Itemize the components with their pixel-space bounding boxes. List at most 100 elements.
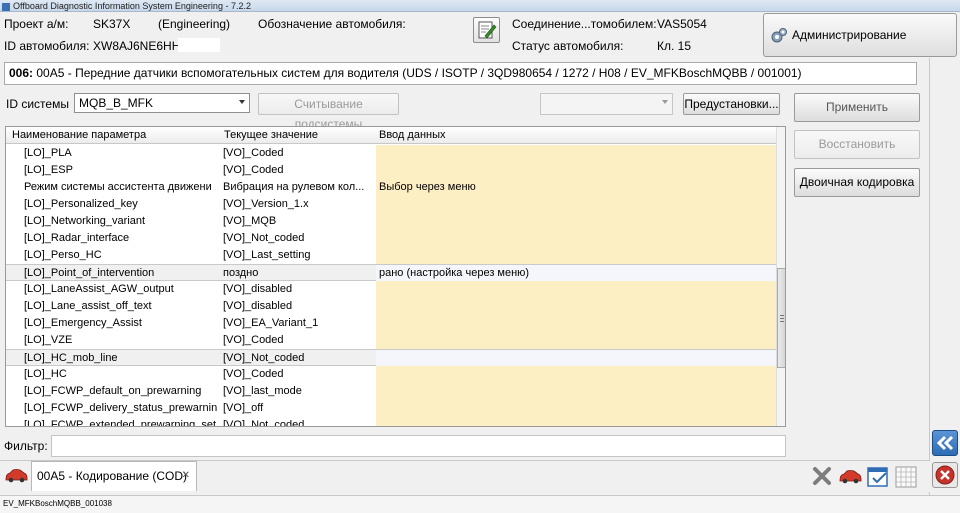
restore-button[interactable]: Восстановить [794,130,920,159]
read-subsystem-button[interactable]: Считывание подсистемы [258,93,399,131]
param-input[interactable] [376,383,776,400]
edit-note-icon [478,21,497,39]
exit-button[interactable] [932,462,958,488]
connection-label: Соединение...томобилем: [512,17,657,31]
param-name: [LO]_FCWP_extended_prewarning_set [24,419,216,427]
table-row[interactable]: [LO]_Perso_HC [VO]_Last_setting [6,247,776,264]
param-input[interactable] [376,332,776,349]
scrollbar-thumb[interactable] [777,268,785,368]
table-row[interactable]: [LO]_Networking_variant [VO]_MQB [6,213,776,230]
table-row[interactable]: [LO]_Emergency_Assist [VO]_EA_Variant_1 [6,315,776,332]
project-value: SK37X [93,17,131,31]
param-name: [LO]_Lane_assist_off_text [24,300,152,312]
param-input[interactable] [376,213,776,230]
edit-note-button[interactable] [473,17,500,43]
chevron-down-icon [662,100,668,104]
tab-close-icon[interactable]: ✕ [182,462,190,490]
param-input[interactable] [376,145,776,162]
param-value: поздно [223,267,259,279]
param-value: [VO]_Coded [223,368,284,380]
chevron-down-icon [239,100,245,104]
filter-input[interactable] [51,435,786,457]
param-input[interactable]: Выбор через меню [376,179,776,196]
param-value: [VO]_Coded [223,164,284,176]
collapse-left-button[interactable] [932,430,958,456]
checklist-icon[interactable] [866,465,890,489]
binary-coding-button[interactable]: Двоичная кодировка [794,168,920,197]
param-input[interactable] [376,247,776,264]
table-scrollbar[interactable] [776,127,785,426]
vehicle-status-value: Кл. 15 [657,39,692,53]
table-row[interactable]: Режим системы ассистента движени Вибраци… [6,179,776,196]
table-row[interactable]: [LO]_ESP [VO]_Coded [6,162,776,179]
param-input[interactable] [376,400,776,417]
table-row[interactable]: [LO]_Radar_interface [VO]_Not_coded [6,230,776,247]
presets-button[interactable]: Предустановки... [683,93,780,115]
column-header-current[interactable]: Текущее значение [224,129,318,141]
vehicle-car-icon[interactable] [838,466,862,486]
param-value: [VO]_EA_Variant_1 [223,317,319,329]
param-input[interactable] [376,162,776,179]
param-name: [LO]_ESP [24,164,73,176]
param-value: Вибрация на рулевом кол... [223,181,365,193]
car-icon[interactable] [4,465,28,485]
column-header-input[interactable]: Ввод данных [379,129,446,141]
param-input[interactable] [376,366,776,383]
param-name: [LO]_Personalized_key [24,198,138,210]
table-row-selected[interactable]: [LO]_HC_mob_line [VO]_Not_coded [6,349,776,367]
param-name: [LO]_Networking_variant [24,215,146,227]
close-icon [935,465,955,485]
coding-table: Наименование параметра Текущее значение … [5,126,786,427]
table-header: Наименование параметра Текущее значение … [6,127,776,144]
vehicle-id-value: XW8AJ6NE6HH [93,39,181,53]
param-input[interactable] [376,350,776,367]
system-text: 00A5 - Передние датчики вспомогательных … [36,66,802,80]
param-name: [LO]_LaneAssist_AGW_output [24,283,174,295]
table-row[interactable]: [LO]_HC [VO]_Coded [6,366,776,383]
administration-button[interactable]: Администрирование [763,13,957,57]
redacted-area [178,38,220,52]
tools-icon[interactable] [811,465,833,487]
table-row[interactable]: [LO]_FCWP_delivery_status_prewarnin [VO]… [6,400,776,417]
param-input[interactable] [376,315,776,332]
param-input[interactable] [376,417,776,426]
table-row[interactable]: [LO]_LaneAssist_AGW_output [VO]_disabled [6,281,776,298]
designation-label: Обозначение автомобиля: [258,17,406,31]
param-value: [VO]_Coded [223,334,284,346]
param-name: [LO]_HC_mob_line [24,352,118,364]
status-text: EV_MFKBoschMQBB_001038 [3,499,112,508]
grid-table-icon[interactable] [894,465,918,489]
tab-label: 00A5 - Кодирование (COD) [37,469,188,483]
param-name: [LO]_VZE [24,334,73,346]
system-id-select[interactable]: MQB_B_MFK [74,93,250,113]
table-row[interactable]: [LO]_Lane_assist_off_text [VO]_disabled [6,298,776,315]
param-name: [LO]_FCWP_default_on_prewarning [24,385,202,397]
app-icon [2,2,10,11]
table-row[interactable]: [LO]_PLA [VO]_Coded [6,145,776,162]
table-row[interactable]: [LO]_VZE [VO]_Coded [6,332,776,349]
filter-label: Фильтр: [4,439,48,453]
table-row[interactable]: [LO]_Personalized_key [VO]_Version_1.x [6,196,776,213]
param-name: [LO]_Radar_interface [24,232,130,244]
param-name: [LO]_HC [24,368,67,380]
tab-coding[interactable]: 00A5 - Кодирование (COD) ✕ [31,461,197,491]
gears-icon [771,28,787,43]
table-row[interactable]: [LO]_FCWP_default_on_prewarning [VO]_las… [6,383,776,400]
column-header-name[interactable]: Наименование параметра [12,129,146,141]
system-description: 006: 00A5 - Передние датчики вспомогател… [4,62,917,85]
param-input[interactable]: рано (настройка через меню) [376,265,776,282]
param-input[interactable] [376,196,776,213]
table-row-selected[interactable]: [LO]_Point_of_intervention поздно рано (… [6,264,776,282]
project-label: Проект а/м: [4,17,69,31]
connection-value: VAS5054 [657,17,707,31]
table-row[interactable]: [LO]_FCWP_extended_prewarning_set [VO]_N… [6,417,776,427]
param-value: [VO]_disabled [223,300,293,312]
param-name: [LO]_Emergency_Assist [24,317,142,329]
param-input[interactable] [376,298,776,315]
param-name: Режим системы ассистента движени [24,181,212,193]
param-input[interactable] [376,230,776,247]
apply-button[interactable]: Применить [794,93,920,122]
preset-select[interactable] [540,93,673,115]
param-name: [LO]_Point_of_intervention [24,267,155,279]
param-input[interactable] [376,281,776,298]
